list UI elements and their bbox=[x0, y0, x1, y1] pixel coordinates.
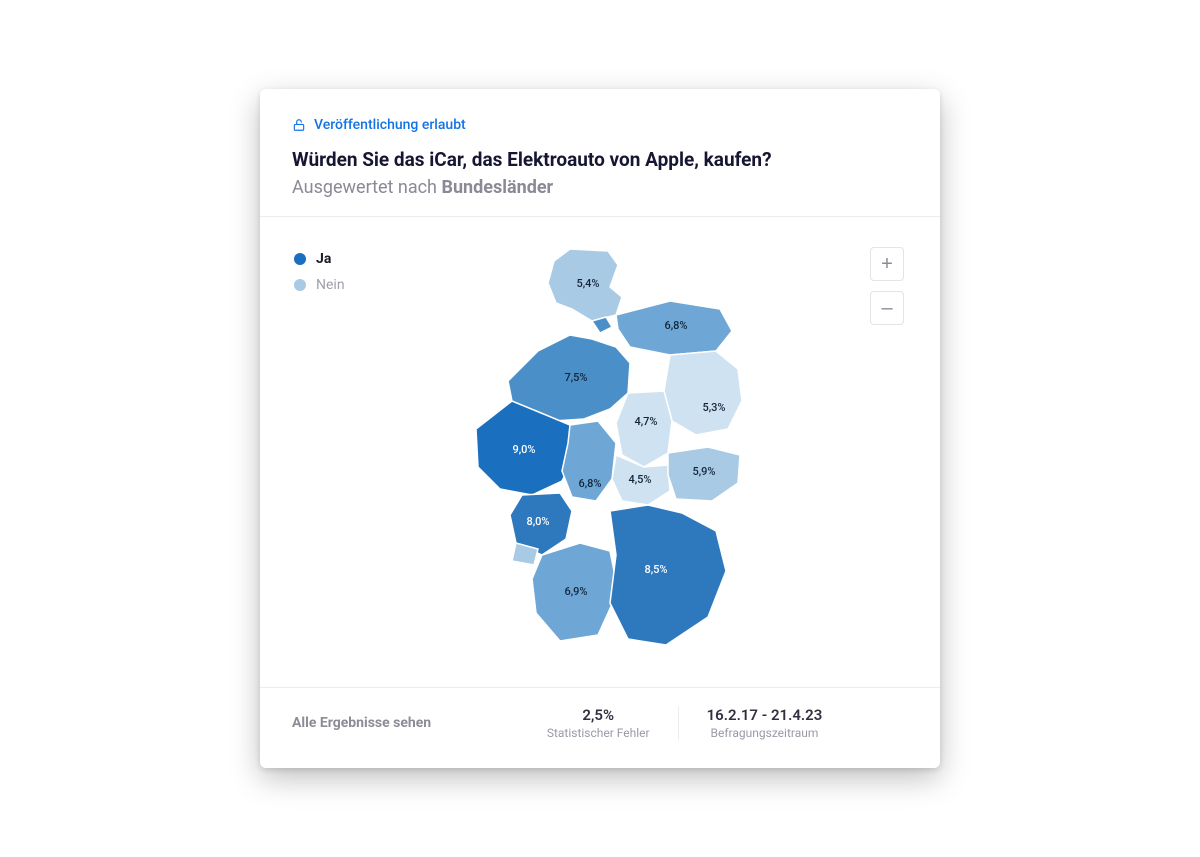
region-sh[interactable] bbox=[548, 249, 622, 321]
survey-card: Veröffentlichung erlaubt Würden Sie das … bbox=[260, 89, 940, 768]
period-value: 16.2.17 - 21.4.23 bbox=[707, 706, 823, 724]
region-he[interactable] bbox=[562, 421, 616, 501]
survey-title: Würden Sie das iCar, das Elektroauto von… bbox=[292, 147, 908, 173]
unlock-icon bbox=[292, 118, 306, 132]
region-bb[interactable] bbox=[664, 351, 742, 435]
region-bw[interactable] bbox=[532, 543, 618, 641]
legend-dot-yes bbox=[294, 253, 306, 265]
chart-area: Ja Nein + – 5,4%6,8%7,5%5,3%4,7%9,0%4,5%… bbox=[292, 217, 908, 687]
region-st[interactable] bbox=[616, 391, 672, 467]
zoom-in-button[interactable]: + bbox=[870, 247, 904, 281]
survey-subtitle: Ausgewertet nach Bundesländer bbox=[292, 177, 908, 198]
period-label: Befragungszeitraum bbox=[707, 726, 823, 740]
region-mv[interactable] bbox=[616, 301, 732, 355]
metric-stat-error: 2,5% Statistischer Fehler bbox=[519, 706, 678, 740]
subtitle-grouping: Bundesländer bbox=[441, 177, 553, 198]
publication-label: Veröffentlichung erlaubt bbox=[314, 117, 466, 133]
publication-status: Veröffentlichung erlaubt bbox=[292, 117, 908, 133]
legend-label-yes: Ja bbox=[316, 251, 331, 267]
subtitle-prefix: Ausgewertet nach bbox=[292, 177, 441, 198]
zoom-out-button[interactable]: – bbox=[870, 291, 904, 325]
legend-item-yes[interactable]: Ja bbox=[294, 251, 345, 267]
legend: Ja Nein bbox=[294, 251, 345, 303]
region-by[interactable] bbox=[610, 505, 726, 645]
legend-label-no: Nein bbox=[316, 277, 345, 293]
map-svg: 5,4%6,8%7,5%5,3%4,7%9,0%4,5%5,9%6,8%8,0%… bbox=[420, 243, 780, 683]
footer-metrics: 2,5% Statistischer Fehler 16.2.17 - 21.4… bbox=[461, 706, 908, 740]
see-all-results-link[interactable]: Alle Ergebnisse sehen bbox=[292, 715, 461, 731]
stat-error-label: Statistischer Fehler bbox=[547, 726, 650, 740]
legend-dot-no bbox=[294, 279, 306, 291]
germany-map: 5,4%6,8%7,5%5,3%4,7%9,0%4,5%5,9%6,8%8,0%… bbox=[292, 243, 908, 683]
zoom-controls: + – bbox=[870, 247, 904, 325]
region-sn[interactable] bbox=[668, 447, 740, 501]
region-hh[interactable] bbox=[592, 317, 612, 333]
card-footer: Alle Ergebnisse sehen 2,5% Statistischer… bbox=[260, 687, 940, 744]
legend-item-no[interactable]: Nein bbox=[294, 277, 345, 293]
metric-period: 16.2.17 - 21.4.23 Befragungszeitraum bbox=[678, 706, 851, 740]
stat-error-value: 2,5% bbox=[547, 706, 650, 724]
